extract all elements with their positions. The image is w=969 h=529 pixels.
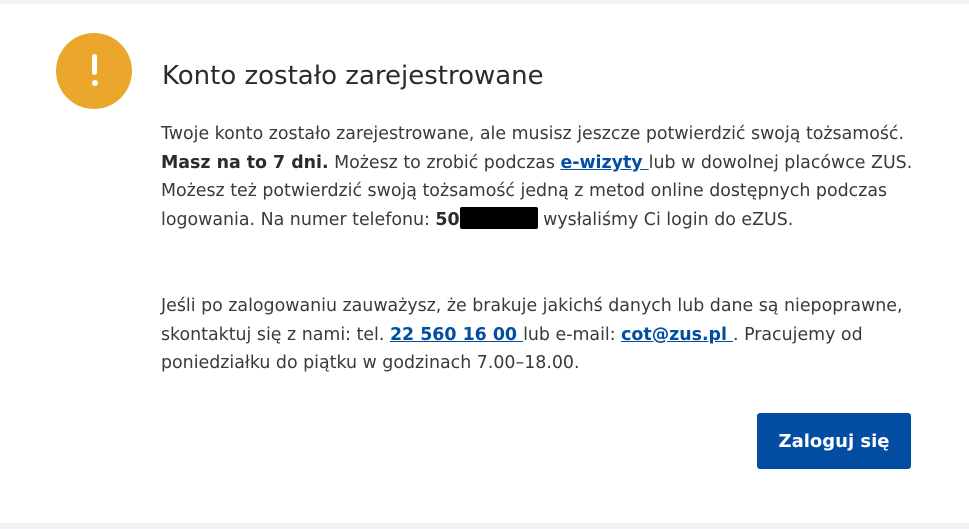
exclamation-icon — [56, 33, 132, 109]
e-wizyta-link[interactable]: e-wizyty — [560, 153, 648, 173]
email-link[interactable]: cot@zus.pl — [621, 325, 733, 345]
registration-confirmation-card: Konto zostało zarejestrowane Twoje konto… — [0, 4, 969, 523]
dialog-title: Konto zostało zarejestrowane — [162, 61, 544, 91]
redacted-phone-number — [459, 206, 538, 229]
exclamation-bar — [92, 54, 97, 75]
contact-paragraph: Jeśli po zalogowaniu zauważysz, że braku… — [161, 292, 921, 378]
phone-link[interactable]: 22 560 16 00 — [390, 325, 523, 345]
info-text-4: wysłaliśmy Ci login do eZUS. — [537, 209, 794, 230]
phone-prefix: 50 — [435, 209, 460, 230]
login-button[interactable]: Zaloguj się — [757, 413, 911, 469]
contact-text-2: lub e-mail: — [523, 324, 622, 345]
deadline-text: Masz na to 7 dni. — [161, 152, 329, 173]
info-paragraph: Twoje konto zostało zarejestrowane, ale … — [161, 120, 921, 234]
info-text-2: Możesz to zrobić podczas — [328, 152, 561, 173]
info-text-1: Twoje konto zostało zarejestrowane, ale … — [161, 124, 904, 144]
exclamation-dot — [91, 80, 98, 86]
